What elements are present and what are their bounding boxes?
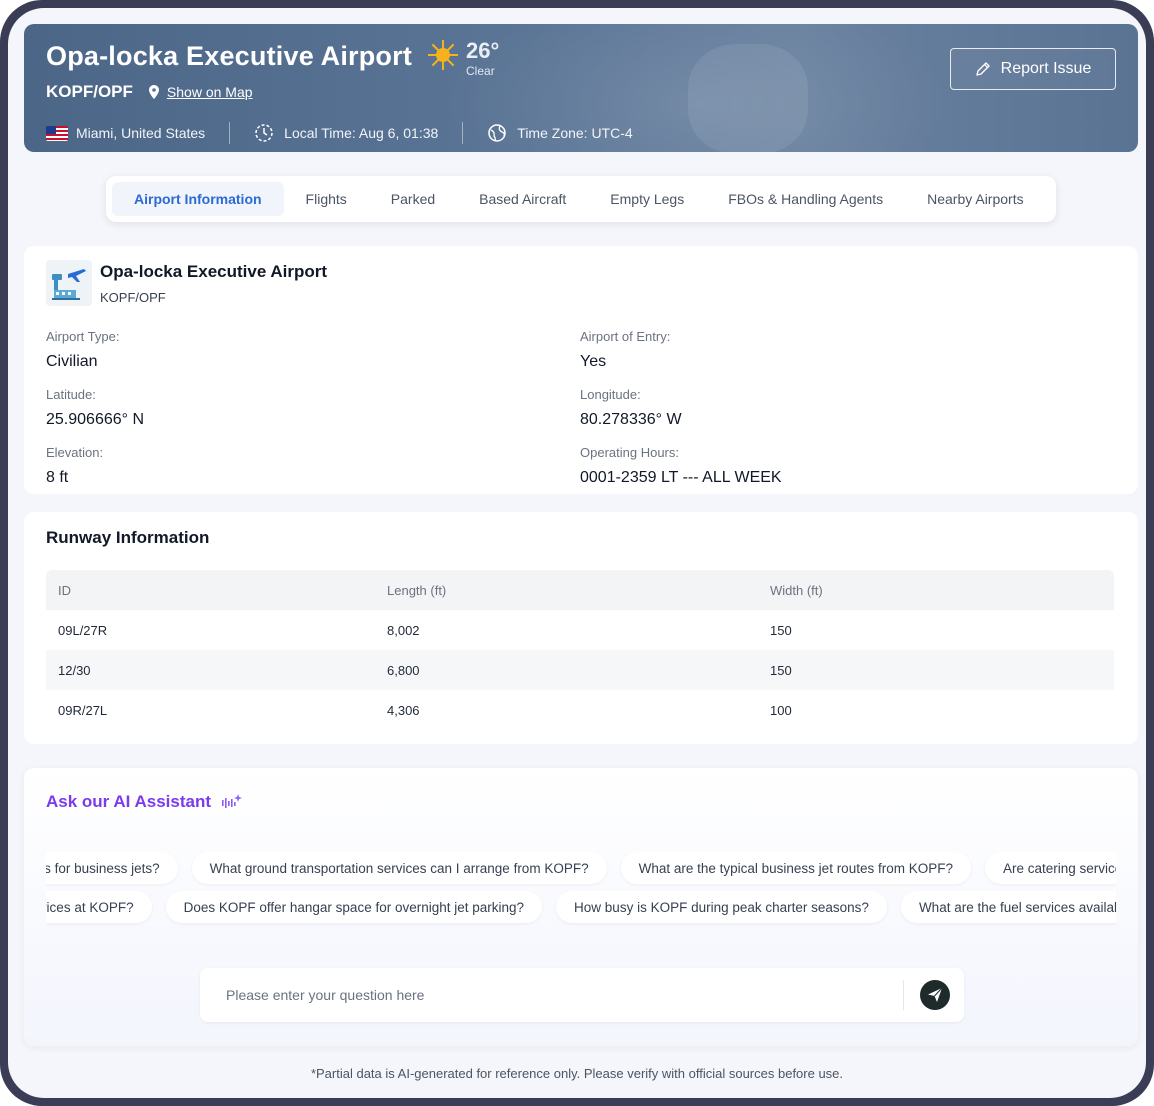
runway-length-cell: 8,002 [387, 622, 420, 638]
code-row: KOPF/OPF Show on Map [46, 82, 253, 102]
field-elevation: Elevation: 8 ft [46, 445, 103, 487]
airport-info-card: Opa-locka Executive Airport KOPF/OPF Air… [24, 246, 1138, 494]
runway-id-cell: 09R/27L [58, 702, 108, 718]
header-background-art-2 [688, 44, 808, 152]
send-icon [928, 987, 943, 1002]
runway-width-cell: 150 [770, 662, 792, 678]
ai-disclaimer: *Partial data is AI-generated for refere… [310, 1066, 844, 1081]
tab-airport-information[interactable]: Airport Information [112, 182, 284, 216]
globe-icon [488, 124, 507, 142]
info-row: Miami, United States Local Time: Aug 6, … [46, 122, 633, 144]
field-label: Airport of Entry: [580, 329, 671, 344]
field-operating-hours: Operating Hours: 0001-2359 LT --- ALL WE… [580, 445, 782, 487]
weather-condition: Clear [466, 64, 495, 78]
divider [229, 122, 231, 144]
table-row: 09R/27L 4,306 100 [46, 690, 1114, 730]
tab-based-aircraft[interactable]: Based Aircraft [457, 182, 588, 216]
field-airport-type: Airport Type: Civilian [46, 329, 119, 371]
field-value: Civilian [46, 353, 98, 370]
runway-length-cell: 4,306 [387, 702, 420, 718]
tab-fbos-handling-agents[interactable]: FBOs & Handling Agents [706, 182, 905, 216]
table-header-row: ID Length (ft) Width (ft) [46, 570, 1114, 610]
suggestion-chip[interactable]: What are the customs services at KOPF? [46, 891, 152, 923]
field-label: Operating Hours: [580, 445, 679, 460]
suggestion-chip[interactable]: Does KOPF offer hangar space for overnig… [165, 891, 543, 923]
suggestion-chip[interactable]: How busy is KOPF during peak charter sea… [556, 891, 887, 923]
runway-info-card: Runway Information ID Length (ft) Width … [24, 512, 1138, 744]
title-row: Opa-locka Executive Airport 26° Clear [46, 38, 499, 79]
sun-icon [428, 40, 459, 70]
page-title: Opa-locka Executive Airport [46, 41, 413, 71]
tab-nearby-airports[interactable]: Nearby Airports [905, 182, 1045, 216]
airport-code-secondary: KOPF/OPF [100, 290, 166, 305]
tab-parked[interactable]: Parked [369, 182, 457, 216]
airport-tower-icon [46, 260, 92, 306]
field-value: 8 ft [46, 469, 69, 486]
field-label: Longitude: [580, 387, 641, 402]
time-zone-text: Time Zone: UTC-4 [517, 125, 633, 141]
report-issue-label: Report Issue [1000, 60, 1092, 77]
airport-code: KOPF/OPF [46, 82, 133, 101]
ai-title-text: Ask our AI Assistant [46, 792, 212, 811]
report-issue-button[interactable]: Report Issue [950, 48, 1116, 90]
tab-bar: Airport Information Flights Parked Based… [106, 176, 1056, 222]
suggestion-row-2: What are the customs services at KOPF? Do… [46, 891, 1116, 927]
field-label: Latitude: [46, 387, 96, 402]
weather-widget: 26° Clear [428, 40, 499, 78]
column-header: ID [58, 582, 71, 598]
screen: Opa-locka Executive Airport 26° Clear KO… [8, 8, 1146, 1098]
airport-info-header: Opa-locka Executive Airport KOPF/OPF [46, 260, 327, 306]
temperature: 26° [466, 38, 500, 63]
ai-assistant-card: Ask our AI Assistant What are the best o… [24, 768, 1138, 1046]
field-value: Yes [580, 353, 607, 370]
ask-question-box [200, 968, 964, 1022]
tab-empty-legs[interactable]: Empty Legs [588, 182, 706, 216]
column-header: Width (ft) [770, 582, 823, 598]
table-row: 09L/27R 8,002 150 [46, 610, 1114, 650]
field-longitude: Longitude: 80.278336° W [580, 387, 682, 429]
suggestion-chip[interactable]: What are the best options for business j… [46, 852, 178, 884]
tab-flights[interactable]: Flights [284, 182, 369, 216]
suggestion-row-1: What are the best options for business j… [46, 852, 1116, 888]
runway-id-cell: 12/30 [58, 662, 91, 678]
airport-name: Opa-locka Executive Airport [100, 262, 328, 281]
suggestion-track: What are the customs services at KOPF? Do… [46, 891, 1116, 923]
pencil-icon [975, 62, 990, 76]
field-value: 0001-2359 LT --- ALL WEEK [580, 469, 782, 486]
field-label: Elevation: [46, 445, 104, 460]
field-value: 25.906666° N [46, 411, 145, 428]
map-pin-icon [148, 85, 159, 99]
runway-table: ID Length (ft) Width (ft) 09L/27R 8,002 … [46, 570, 1114, 730]
local-time-text: Local Time: Aug 6, 01:38 [284, 125, 439, 141]
runway-width-cell: 150 [770, 622, 792, 638]
device-frame: Opa-locka Executive Airport 26° Clear KO… [0, 0, 1154, 1106]
runway-length-cell: 6,800 [387, 662, 420, 678]
suggestion-chip[interactable]: What are the fuel services available? [900, 891, 1116, 923]
suggestion-chip[interactable]: What ground transportation services can … [191, 852, 607, 884]
field-airport-of-entry: Airport of Entry: Yes [580, 329, 670, 371]
field-latitude: Latitude: 25.906666° N [46, 387, 144, 429]
divider [903, 980, 904, 1010]
field-value: 80.278336° W [580, 411, 682, 428]
runway-section-title: Runway Information [46, 528, 210, 547]
send-button[interactable] [920, 980, 950, 1010]
runway-width-cell: 100 [770, 702, 792, 718]
sparkle-voice-icon [222, 794, 243, 808]
clock-icon [255, 124, 273, 142]
show-on-map-link[interactable]: Show on Map [167, 84, 253, 100]
field-label: Airport Type: [46, 329, 120, 344]
table-row: 12/30 6,800 150 [46, 650, 1114, 690]
suggestion-track: What are the best options for business j… [46, 852, 1116, 884]
column-header: Length (ft) [387, 582, 447, 598]
suggestion-chip[interactable]: Are catering services available? [984, 852, 1116, 884]
location-text: Miami, United States [76, 125, 206, 141]
runway-id-cell: 09L/27R [58, 622, 108, 638]
question-input[interactable] [200, 968, 903, 1022]
airport-header: Opa-locka Executive Airport 26° Clear KO… [24, 24, 1138, 152]
divider [462, 122, 464, 144]
ai-assistant-title: Ask our AI Assistant [46, 792, 243, 812]
us-flag-icon [46, 125, 68, 141]
suggestion-chip[interactable]: What are the typical business jet routes… [620, 852, 971, 884]
